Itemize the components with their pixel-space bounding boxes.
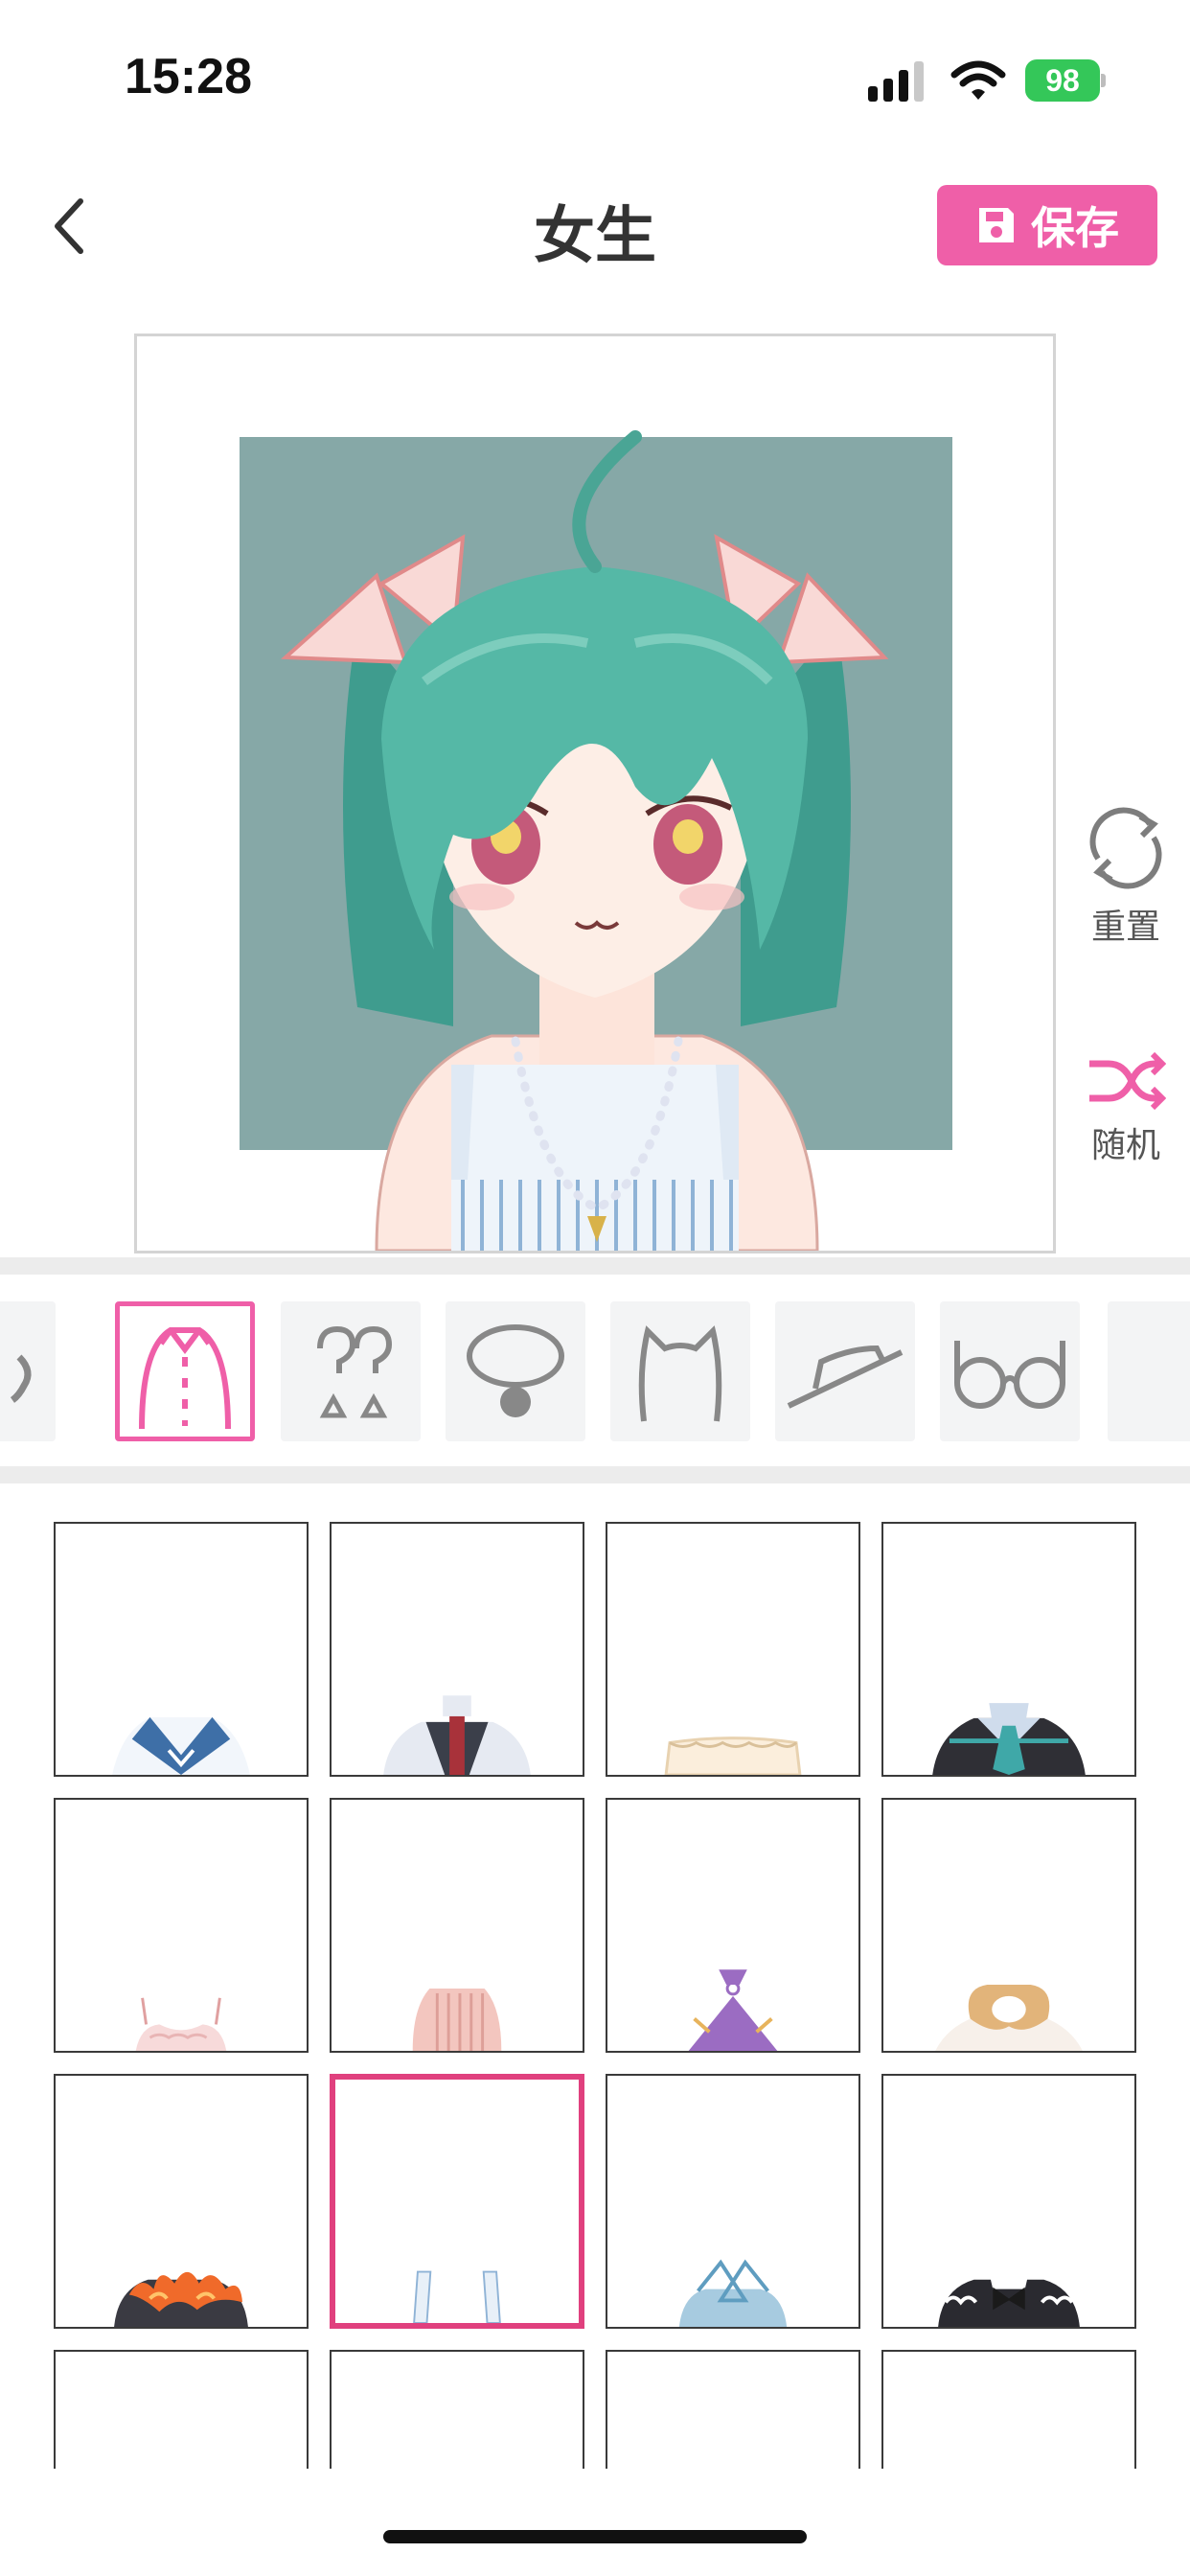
battery-icon: 98: [1025, 59, 1106, 102]
save-button[interactable]: 保存: [937, 185, 1157, 265]
avatar-preview: [134, 334, 1056, 1254]
outfit-grid: [0, 1484, 1190, 2469]
save-label: 保存: [1031, 202, 1119, 254]
hat-icon: [787, 1345, 904, 1409]
flame-dress-image: [114, 2271, 248, 2327]
outfit-item[interactable]: [54, 2350, 309, 2469]
floppy-disk-icon: [979, 208, 1014, 242]
maid-outfit-image: [938, 2264, 1080, 2327]
outfit-item[interactable]: [330, 2350, 584, 2469]
refresh-icon: [1089, 807, 1162, 889]
outfit-item[interactable]: [606, 2350, 860, 2469]
sailor-collar-image: [112, 1716, 250, 1775]
vest-with-tie-image: [383, 1695, 531, 1775]
reset-button[interactable]: 重置: [1073, 803, 1179, 949]
purple-halter-image: [688, 1969, 778, 2051]
category-tab-necklace[interactable]: [446, 1301, 585, 1441]
outfit-item[interactable]: [881, 2350, 1136, 2469]
wifi-icon: [950, 60, 1006, 100]
question-mark-icon: [317, 1325, 393, 1418]
shuffle-icon: [1089, 1051, 1166, 1111]
anime-girl-avatar: [280, 430, 889, 1251]
outfit-item-purple-halter[interactable]: [606, 1798, 860, 2053]
reset-label: 重置: [1090, 908, 1160, 947]
random-label: 随机: [1090, 1126, 1160, 1165]
random-button[interactable]: 随机: [1073, 1050, 1179, 1167]
category-tabs: [0, 1275, 1190, 1466]
outfit-item-blue-crossed-top[interactable]: [606, 2074, 860, 2329]
striped-straps-image: [413, 2270, 501, 2323]
outfit-item-striped-straps[interactable]: [330, 2074, 584, 2329]
dark-coat-with-tie-image: [932, 1703, 1086, 1775]
lace-collar-image: [664, 1736, 802, 1775]
category-tab-hat[interactable]: [775, 1301, 915, 1441]
necklace-icon: [467, 1324, 564, 1417]
outfit-item-flame-dress[interactable]: [54, 2074, 309, 2329]
divider: [0, 1257, 1190, 1275]
outfit-item-maid-outfit[interactable]: [881, 2074, 1136, 2329]
divider: [0, 1466, 1190, 1484]
category-tab-partial[interactable]: [0, 1301, 56, 1441]
pink-knit-sweater-image: [412, 1988, 502, 2051]
battery-level: 98: [1025, 59, 1100, 102]
status-time: 15:28: [125, 49, 252, 104]
outfit-item-dark-coat[interactable]: [881, 1522, 1136, 1777]
outfit-item-pink-sweater[interactable]: [330, 1798, 584, 2053]
beige-hood-image: [935, 1985, 1083, 2051]
category-tab-clothes[interactable]: [115, 1301, 255, 1441]
outfit-item-vest-tie[interactable]: [330, 1522, 584, 1777]
category-tab-more[interactable]: [1108, 1301, 1190, 1441]
category-tab-random-parts[interactable]: [281, 1301, 421, 1441]
partial-icon: [10, 1354, 32, 1403]
cellular-signal-icon: [868, 61, 924, 102]
glasses-icon: [954, 1341, 1065, 1409]
outfit-item-pink-bra[interactable]: [54, 1798, 309, 2053]
category-tab-glasses[interactable]: [940, 1301, 1080, 1441]
pink-bra-image: [135, 1997, 227, 2051]
outfit-item-lace-collar[interactable]: [606, 1522, 860, 1777]
category-tab-ears[interactable]: [610, 1301, 750, 1441]
outfit-item-sailor-collar[interactable]: [54, 1522, 309, 1777]
cat-ears-icon: [638, 1325, 722, 1422]
shirt-icon: [139, 1327, 231, 1430]
home-indicator: [383, 2530, 807, 2543]
blue-crossed-top-image: [678, 2259, 788, 2327]
outfit-item-beige-hood[interactable]: [881, 1798, 1136, 2053]
